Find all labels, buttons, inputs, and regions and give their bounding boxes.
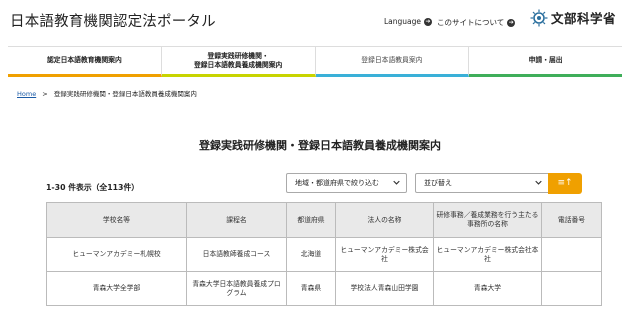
language-link[interactable]: Language ➔	[384, 17, 433, 26]
breadcrumb-home-link[interactable]: Home	[17, 90, 36, 98]
cell-school-name: 青森大学全学部	[46, 271, 187, 306]
nav-item-label-line1: 登録実践研修機関・	[207, 51, 269, 60]
cell-course-name: 日本語教師養成コース	[186, 237, 287, 272]
column-header-school-name: 学校名等	[46, 202, 187, 238]
chevron-down-icon	[535, 179, 542, 188]
sort-order-icon: ≡↑	[557, 178, 573, 188]
nav-item-registered-teachers[interactable]: 登録日本語教員案内	[315, 47, 470, 77]
institutions-table: 学校名等 課程名 都道府県 法人の名称 研修事務／養成業務を行う主たる事務所の名…	[46, 202, 602, 306]
nav-item-certified-institutions[interactable]: 認定日本語教育機関案内	[8, 47, 162, 77]
about-site-link-label: このサイトについて	[437, 18, 505, 27]
page-title: 登録実践研修機関・登録日本語教員養成機関案内	[199, 139, 441, 152]
language-link-label: Language	[384, 17, 422, 26]
chevron-down-icon	[393, 179, 400, 188]
region-filter-value: 地域・都道府県で絞り込む	[295, 179, 379, 187]
cell-course-name: 青森大学日本語教員養成プログラム	[186, 271, 287, 306]
mext-logo-text: 文部科学省	[551, 11, 617, 26]
nav-item-label-line2: 登録日本語教員養成機関案内	[193, 60, 283, 69]
sort-order-button[interactable]: ≡↑	[548, 173, 582, 194]
cell-prefecture: 北海道	[286, 237, 336, 272]
column-header-course-name: 課程名	[186, 202, 287, 238]
cell-prefecture: 青森県	[286, 271, 336, 306]
nav-item-label: 申請・届出	[528, 56, 563, 64]
result-count: 1-30 件表示（全113件）	[46, 183, 140, 192]
nav-item-training-institutions[interactable]: 登録実践研修機関・ 登録日本語教員養成機関案内	[161, 47, 316, 77]
cell-phone	[541, 271, 602, 306]
mext-logo[interactable]: 文部科学省	[530, 8, 616, 27]
nav-item-label: 登録日本語教員案内	[361, 56, 423, 64]
cell-main-office: 青森大学	[433, 271, 542, 306]
cell-corporation-name: ヒューマンアカデミー株式会社	[335, 237, 434, 272]
column-header-phone: 電話番号	[541, 202, 602, 238]
table-header-row: 学校名等 課程名 都道府県 法人の名称 研修事務／養成業務を行う主たる事務所の名…	[46, 202, 602, 238]
arrow-right-icon: ➔	[424, 17, 433, 26]
about-site-link[interactable]: このサイトについて ➔	[437, 17, 516, 28]
nav-item-label: 認定日本語教育機関案内	[46, 56, 122, 64]
cell-phone	[541, 237, 602, 272]
breadcrumb-current: 登録実践研修機関・登録日本語教員養成機関案内	[53, 90, 197, 98]
main-nav: 認定日本語教育機関案内 登録実践研修機関・ 登録日本語教員養成機関案内 登録日本…	[8, 46, 622, 77]
column-header-corporation-name: 法人の名称	[335, 202, 434, 238]
site-title[interactable]: 日本語教育機関認定法ポータル	[10, 10, 216, 31]
mext-emblem-icon	[530, 9, 548, 26]
sort-select-value: 並び替え	[424, 179, 452, 187]
cell-main-office: ヒューマンアカデミー株式会社本社	[433, 237, 542, 272]
column-header-prefecture: 都道府県	[286, 202, 336, 238]
table-row[interactable]: 青森大学全学部 青森大学日本語教員養成プログラム 青森県 学校法人青森山田学園 …	[46, 271, 602, 306]
region-filter-select[interactable]: 地域・都道府県で絞り込む	[286, 173, 407, 193]
breadcrumb-separator: >	[42, 90, 48, 98]
column-header-main-office: 研修事務／養成業務を行う主たる事務所の名称	[433, 202, 542, 238]
nav-item-applications[interactable]: 申請・届出	[469, 47, 622, 77]
arrow-right-icon: ➔	[507, 18, 516, 27]
breadcrumb: Home > 登録実践研修機関・登録日本語教員養成機関案内	[17, 88, 197, 98]
cell-school-name: ヒューマンアカデミー札幌校	[46, 237, 187, 272]
sort-select[interactable]: 並び替え	[415, 173, 549, 193]
table-row[interactable]: ヒューマンアカデミー札幌校 日本語教師養成コース 北海道 ヒューマンアカデミー株…	[46, 237, 602, 272]
cell-corporation-name: 学校法人青森山田学園	[335, 271, 434, 306]
